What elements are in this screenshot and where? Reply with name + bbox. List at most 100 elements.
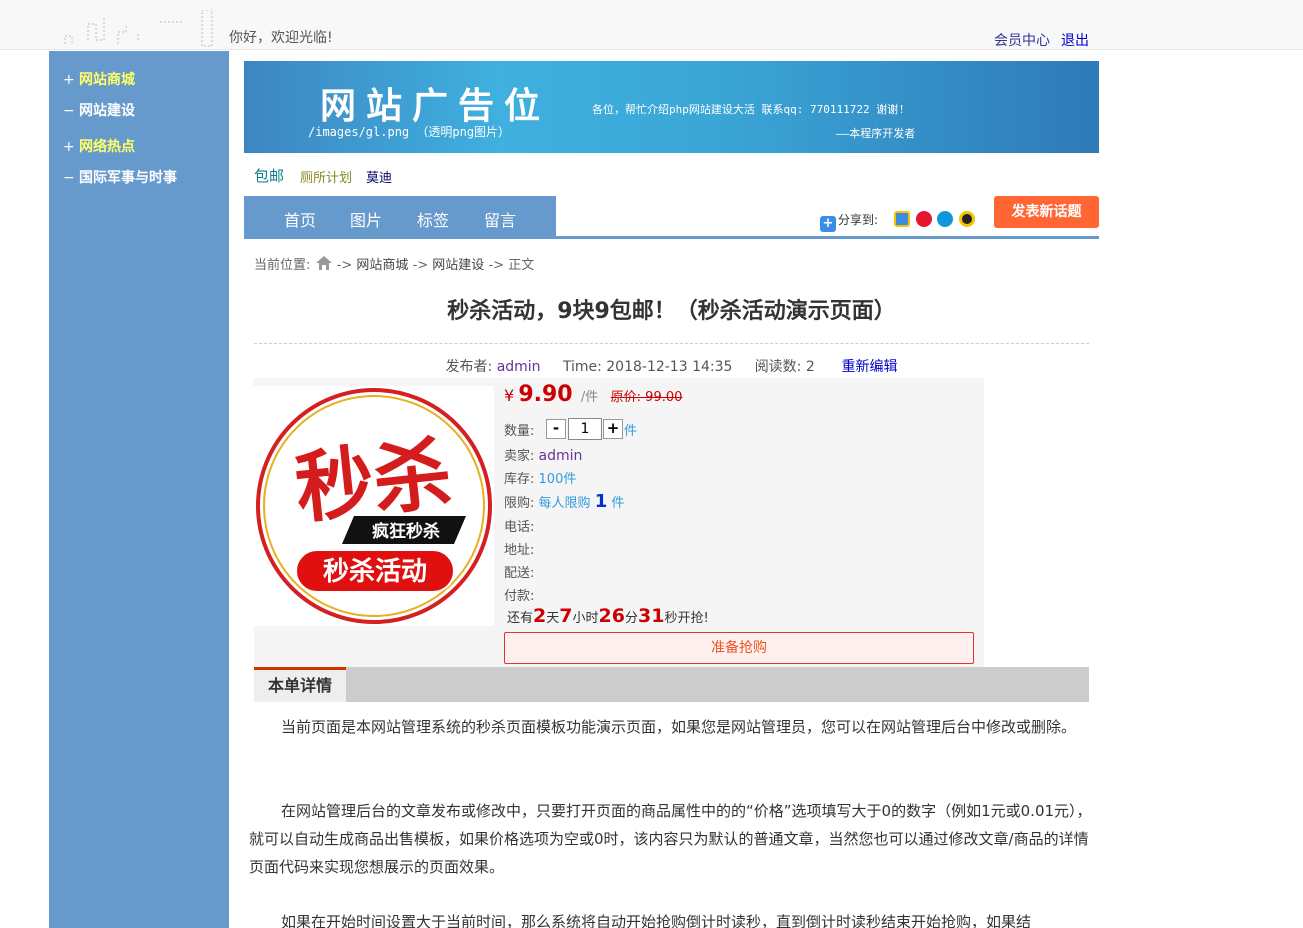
countdown-days-unit: 天 — [546, 611, 560, 626]
publish-time: Time: 2018-12-13 14:35 — [562, 359, 733, 375]
title-divider — [254, 343, 1089, 344]
views-count: 2 — [805, 359, 815, 375]
limit-number: 1 — [594, 491, 608, 512]
sidebar-item-label: 国际军事与时事 — [79, 170, 177, 186]
price-value: 9.90 — [518, 382, 573, 407]
share-label: 分享到: — [838, 213, 879, 227]
limit-unit: 件 — [611, 496, 625, 511]
sidebar-item-hot-topics[interactable]: + 网络热点 — [63, 136, 135, 156]
detail-paragraph: 当前页面是本网站管理系统的秒杀页面模板功能演示页面，如果您是网站管理员，您可以在… — [281, 718, 1077, 736]
collapse-icon: − — [63, 170, 75, 186]
banner-title: 网站广告位 — [320, 85, 551, 127]
breadcrumb-item-building[interactable]: 网站建设 — [432, 258, 484, 273]
seller-link[interactable]: admin — [539, 448, 583, 464]
quantity-unit: 件 — [624, 424, 638, 439]
tag-link-free-shipping[interactable]: 包邮 — [254, 165, 284, 186]
sidebar-item-website-mall[interactable]: + 网站商城 — [63, 69, 135, 89]
product-image: 秒杀 疯狂秒杀 秒杀活动 — [254, 386, 494, 626]
seller-row: 卖家: admin — [504, 445, 582, 464]
breadcrumb-sep: -> — [488, 258, 505, 273]
detail-paragraph: 在网站管理后台的文章发布或修改中，只要打开页面的商品属性中的的“价格”选项填写大… — [249, 802, 1092, 876]
breadcrumb-sep: -> — [412, 258, 429, 273]
price-unit: /件 — [580, 390, 599, 405]
stock-value: 100件 — [538, 472, 577, 487]
collapse-icon: − — [63, 103, 75, 119]
breadcrumb-sep: -> — [336, 258, 353, 273]
expand-icon: + — [63, 72, 75, 88]
nav-tags[interactable]: 标签 — [417, 207, 449, 231]
sidebar-item-label: 网络热点 — [79, 139, 135, 155]
sidebar-item-military-news[interactable]: − 国际军事与时事 — [63, 167, 177, 187]
payment-label: 付款: — [504, 589, 535, 604]
nav-divider — [244, 236, 1099, 239]
sidebar-item-label: 网站建设 — [79, 103, 135, 119]
publisher-link[interactable]: admin — [497, 359, 541, 375]
main-nav: 首页 图片 标签 留言 — [244, 196, 556, 236]
banner-ad-text: 各位，帮忙介绍php网站建设大活 联系qq: 770111722 谢谢! — [592, 103, 905, 116]
banner-subtitle: /images/gl.png （透明png图片） — [308, 125, 511, 139]
detail-tab-bar — [254, 667, 1089, 702]
weibo-icon[interactable] — [915, 211, 932, 227]
delivery-label: 配送: — [504, 566, 535, 581]
site-logo-icon — [64, 10, 213, 47]
breadcrumb: 当前位置: -> 网站商城 -> 网站建设 -> 正文 — [254, 254, 534, 273]
nav-home[interactable]: 首页 — [284, 207, 316, 231]
quantity-increase-button[interactable]: + — [603, 419, 623, 439]
reedit-link[interactable]: 重新编辑 — [841, 359, 897, 375]
qzone-icon[interactable] — [893, 211, 910, 227]
quantity-label: 数量: — [504, 424, 535, 439]
price-row: ¥ 9.90 /件 原价: 99.00 — [504, 382, 682, 407]
price-currency: ¥ — [504, 386, 515, 405]
badge-bottom-text: 秒杀活动 — [323, 556, 427, 587]
quantity-input[interactable] — [568, 418, 602, 440]
tab-order-details[interactable]: 本单详情 — [254, 667, 346, 702]
sidebar-item-website-building[interactable]: − 网站建设 — [63, 100, 135, 120]
article-title: 秒杀活动，9块9包邮！（秒杀活动演示页面） — [447, 299, 896, 324]
article-meta: 发布者: admin Time: 2018-12-13 14:35 阅读数: 2… — [254, 356, 1089, 376]
original-price: 原价: 99.00 — [610, 390, 683, 405]
countdown: 还有2天7小时26分31秒开抢! — [507, 605, 709, 627]
publisher-label: 发布者: — [445, 359, 493, 375]
ad-banner[interactable]: 网站广告位 /images/gl.png （透明png图片） 各位，帮忙介绍ph… — [244, 61, 1099, 153]
limit-label: 限购: — [504, 496, 535, 511]
countdown-prefix: 还有 — [507, 611, 534, 626]
top-bar: 你好，欢迎光临! 会员中心 退出 — [0, 0, 1303, 50]
flash-sale-badge-icon: 秒杀 疯狂秒杀 秒杀活动 — [256, 388, 492, 624]
detail-paragraph: 如果在开始时间设置大于当前时间，那么系统将自动开始抢购倒计时读秒，直到倒计时读秒… — [281, 913, 1032, 928]
tag-link-toilet-plan[interactable]: 厕所计划 — [300, 167, 352, 186]
badge-tag-text: 疯狂秒杀 — [372, 521, 440, 542]
views-label: 阅读数: — [754, 359, 802, 375]
nav-images[interactable]: 图片 — [350, 207, 382, 231]
phone-label: 电话: — [504, 520, 535, 535]
breadcrumb-item-current: 正文 — [508, 258, 535, 273]
seller-label: 卖家: — [504, 449, 535, 464]
share-bar: + 分享到: — [820, 211, 977, 232]
logout-link[interactable]: 退出 — [1061, 30, 1089, 50]
limit-row: 限购: 每人限购 1 件 — [504, 491, 624, 512]
stock-label: 库存: — [504, 472, 535, 487]
breadcrumb-item-mall[interactable]: 网站商城 — [356, 258, 408, 273]
qq-icon[interactable] — [959, 211, 976, 227]
countdown-days: 2 — [533, 605, 547, 627]
limit-text: 每人限购 — [538, 496, 591, 511]
post-new-topic-button[interactable]: 发表新话题 — [994, 196, 1099, 228]
sidebar-item-label: 网站商城 — [79, 72, 135, 88]
countdown-suffix: 秒开抢! — [664, 611, 709, 626]
countdown-hours-unit: 小时 — [572, 611, 599, 626]
countdown-minutes: 26 — [598, 605, 625, 627]
nav-messages[interactable]: 留言 — [484, 207, 516, 231]
quantity-decrease-button[interactable]: - — [546, 419, 566, 439]
stock-row: 库存: 100件 — [504, 468, 576, 487]
share-plus-icon[interactable]: + — [820, 216, 836, 232]
member-center-link[interactable]: 会员中心 — [994, 30, 1050, 50]
expand-icon: + — [63, 139, 75, 155]
prepare-buy-button[interactable]: 准备抢购 — [504, 632, 974, 664]
banner-signature: ——本程序开发者 — [836, 127, 916, 140]
sidebar: + 网站商城 − 网站建设 + 网络热点 − 国际军事与时事 — [49, 51, 229, 928]
address-label: 地址: — [504, 543, 535, 558]
tencent-weibo-icon[interactable] — [937, 211, 954, 227]
countdown-minutes-unit: 分 — [624, 611, 638, 626]
tag-link-modi[interactable]: 莫迪 — [366, 167, 392, 186]
home-icon[interactable] — [315, 255, 333, 271]
breadcrumb-prefix: 当前位置: — [254, 258, 311, 273]
